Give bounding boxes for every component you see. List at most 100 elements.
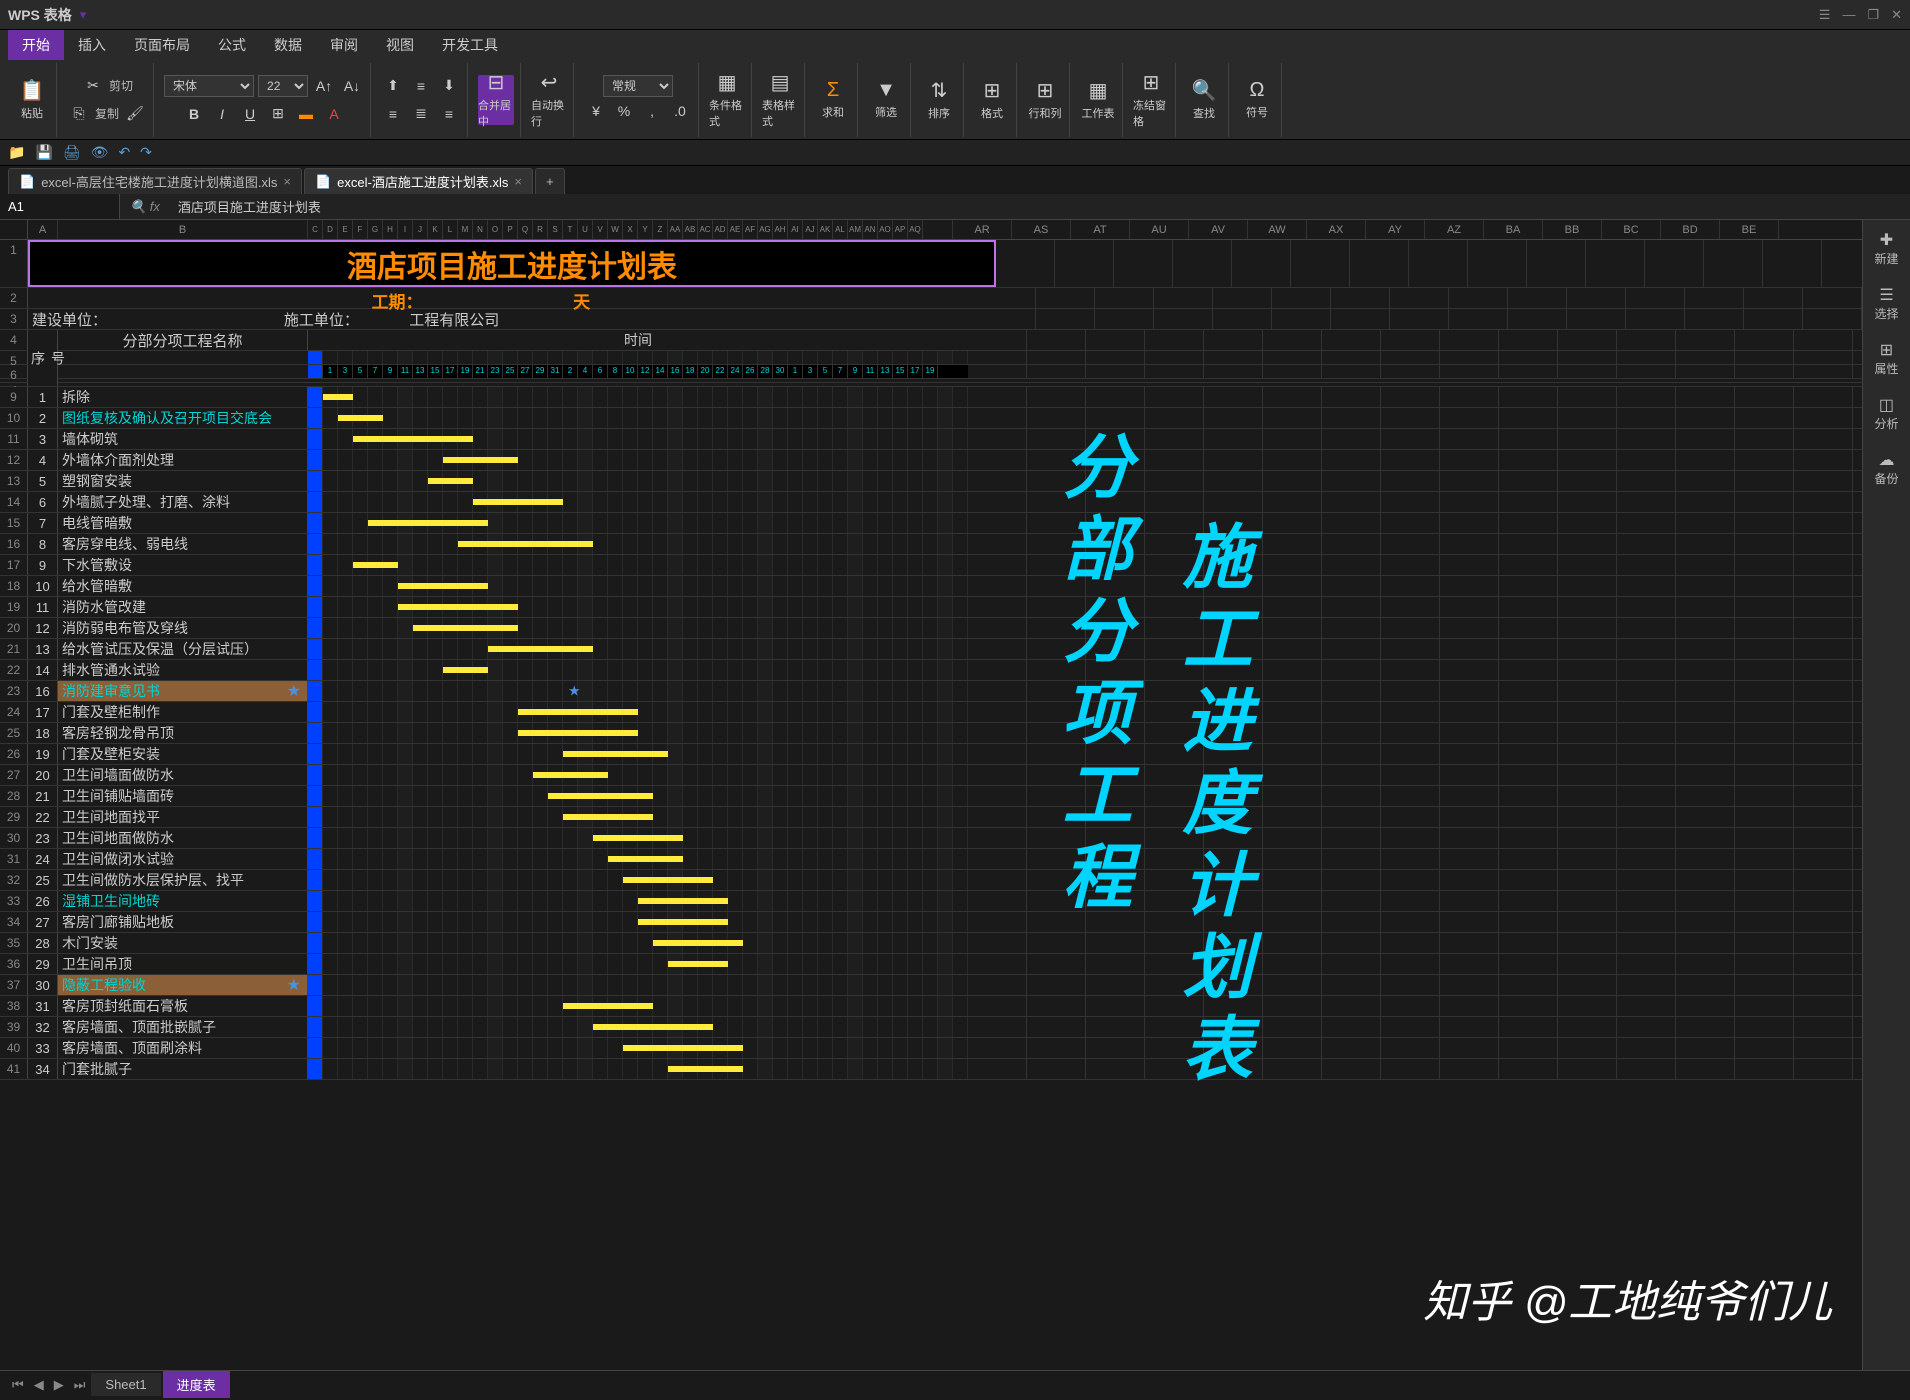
task-row[interactable]: 3326湿铺卫生间地砖	[0, 891, 1862, 912]
symbol-button[interactable]: Ω符号	[1239, 75, 1275, 125]
task-row[interactable]: 2214排水管通水试验	[0, 660, 1862, 681]
size-select[interactable]: 22	[258, 75, 308, 97]
merge-button[interactable]: ⊟合并居中	[478, 75, 514, 125]
task-row[interactable]: 135塑钢窗安装	[0, 471, 1862, 492]
font-select[interactable]: 宋体	[164, 75, 254, 97]
menu-data[interactable]: 数据	[260, 30, 316, 60]
task-row[interactable]: 3831客房顶封纸面石膏板	[0, 996, 1862, 1017]
task-row[interactable]: 1810给水管暗敷	[0, 576, 1862, 597]
currency-icon[interactable]: ¥	[584, 99, 608, 123]
underline-icon[interactable]: U	[238, 102, 262, 126]
menu-start[interactable]: 开始	[8, 30, 64, 60]
file-tab-1[interactable]: 📄excel-酒店施工进度计划表.xls×	[304, 168, 533, 194]
align-bot-icon[interactable]: ⬇	[437, 74, 461, 98]
menu-review[interactable]: 审阅	[316, 30, 372, 60]
percent-icon[interactable]: %	[612, 99, 636, 123]
sheet-tab-0[interactable]: Sheet1	[91, 1373, 160, 1396]
task-row[interactable]: 3932客房墙面、顶面批嵌腻子	[0, 1017, 1862, 1038]
paste-button[interactable]: 📋粘贴	[14, 75, 50, 125]
font-color-icon[interactable]: A	[322, 102, 346, 126]
close-tab-icon[interactable]: ×	[514, 174, 522, 189]
rowcol-button[interactable]: ⊞行和列	[1027, 75, 1063, 125]
task-row[interactable]: 3427客房门廊铺贴地板	[0, 912, 1862, 933]
task-row[interactable]: 4033客房墙面、顶面刷涂料	[0, 1038, 1862, 1059]
formula-input[interactable]: 酒店项目施工进度计划表	[170, 197, 1910, 216]
menu-dev[interactable]: 开发工具	[428, 30, 512, 60]
border-icon[interactable]: ⊞	[266, 102, 290, 126]
align-left-icon[interactable]: ≡	[381, 102, 405, 126]
file-tab-0[interactable]: 📄excel-高层住宅楼施工进度计划横道图.xls×	[8, 168, 302, 194]
print-icon[interactable]: 🖨	[63, 144, 81, 161]
task-row[interactable]: 3225卫生间做防水层保护层、找平	[0, 870, 1862, 891]
nav-last-icon[interactable]: ⏭	[70, 1377, 90, 1393]
save-icon[interactable]: 💾	[35, 144, 52, 161]
task-row[interactable]: 2518客房轻钢龙骨吊顶	[0, 723, 1862, 744]
task-row[interactable]: 2821卫生间铺贴墙面砖	[0, 786, 1862, 807]
task-row[interactable]: 2922卫生间地面找平	[0, 807, 1862, 828]
cut-icon[interactable]: ✂	[81, 74, 105, 98]
task-row[interactable]: 1911消防水管改建	[0, 597, 1862, 618]
close-tab-icon[interactable]: ×	[283, 174, 291, 189]
task-row[interactable]: 146外墙腻子处理、打磨、涂料	[0, 492, 1862, 513]
task-row[interactable]: 2012消防弱电布管及穿线	[0, 618, 1862, 639]
sp-analyze[interactable]: ◫分析	[1874, 395, 1898, 432]
table-style-button[interactable]: ▤表格样式	[762, 75, 798, 125]
task-row[interactable]: 168客房穿电线、弱电线	[0, 534, 1862, 555]
nav-first-icon[interactable]: ⏮	[8, 1377, 28, 1393]
task-row[interactable]: 2316消防建审意见书★★	[0, 681, 1862, 702]
inc-decimal-icon[interactable]: .0	[668, 99, 692, 123]
sp-new[interactable]: ✚新建	[1874, 230, 1898, 267]
bold-icon[interactable]: B	[182, 102, 206, 126]
task-row[interactable]: 3730隐蔽工程验收★	[0, 975, 1862, 996]
cond-format-button[interactable]: ▦条件格式	[709, 75, 745, 125]
number-format-select[interactable]: 常规	[603, 75, 673, 97]
fx-icon[interactable]: 🔍 fx	[120, 199, 170, 215]
task-row[interactable]: 124外墙体介面剂处理	[0, 450, 1862, 471]
menu-view[interactable]: 视图	[372, 30, 428, 60]
sp-backup[interactable]: ☁备份	[1874, 450, 1898, 487]
task-row[interactable]: 3629卫生间吊顶	[0, 954, 1862, 975]
align-right-icon[interactable]: ≡	[437, 102, 461, 126]
task-row[interactable]: 157电线管暗敷	[0, 513, 1862, 534]
menu-layout[interactable]: 页面布局	[120, 30, 204, 60]
increase-font-icon[interactable]: A↑	[312, 74, 336, 98]
task-row[interactable]: 91拆除	[0, 387, 1862, 408]
align-mid-icon[interactable]: ≡	[409, 74, 433, 98]
sheet-area[interactable]: ABCDEFGHIJKLMNOPQRSTUVWXYZAAABACADAEAFAG…	[0, 220, 1862, 1370]
add-tab-button[interactable]: +	[535, 168, 565, 194]
sp-select[interactable]: ☰选择	[1874, 285, 1898, 322]
freeze-button[interactable]: ⊞冻结窗格	[1133, 75, 1169, 125]
find-button[interactable]: 🔍查找	[1186, 75, 1222, 125]
task-row[interactable]: 2720卫生间墙面做防水	[0, 765, 1862, 786]
decrease-font-icon[interactable]: A↓	[340, 74, 364, 98]
restore-icon[interactable]: ❐	[1867, 7, 1879, 23]
task-row[interactable]: 179下水管敷设	[0, 555, 1862, 576]
task-row[interactable]: 2113给水管试压及保温（分层试压）	[0, 639, 1862, 660]
task-row[interactable]: 2417门套及壁柜制作	[0, 702, 1862, 723]
sheet-tab-1[interactable]: 进度表	[163, 1371, 230, 1398]
align-top-icon[interactable]: ⬆	[381, 74, 405, 98]
fill-color-icon[interactable]: ▬	[294, 102, 318, 126]
undo-icon[interactable]: ↶	[118, 144, 130, 161]
nav-next-icon[interactable]: ▶	[50, 1377, 68, 1393]
nav-prev-icon[interactable]: ◀	[30, 1377, 48, 1393]
wrap-button[interactable]: ↩自动换行	[531, 75, 567, 125]
sort-button[interactable]: ⇅排序	[921, 75, 957, 125]
name-box[interactable]: A1	[0, 194, 120, 219]
task-row[interactable]: 102图纸复核及确认及召开项目交底会	[0, 408, 1862, 429]
task-row[interactable]: 3528木门安装	[0, 933, 1862, 954]
open-icon[interactable]: 📁	[8, 144, 25, 161]
menu-insert[interactable]: 插入	[64, 30, 120, 60]
filter-button[interactable]: ▼筛选	[868, 75, 904, 125]
redo-icon[interactable]: ↷	[140, 144, 152, 161]
comma-icon[interactable]: ,	[640, 99, 664, 123]
task-row[interactable]: 3023卫生间地面做防水	[0, 828, 1862, 849]
sheet-button[interactable]: ▦工作表	[1080, 75, 1116, 125]
copy-icon[interactable]: ⎘	[67, 102, 91, 126]
close-icon[interactable]: ✕	[1891, 7, 1902, 23]
task-row[interactable]: 2619门套及壁柜安装	[0, 744, 1862, 765]
format-painter-icon[interactable]: 🖌	[123, 102, 147, 126]
sp-prop[interactable]: ⊞属性	[1874, 340, 1898, 377]
task-row[interactable]: 3124卫生间做闭水试验	[0, 849, 1862, 870]
preview-icon[interactable]: 👁	[91, 144, 109, 161]
